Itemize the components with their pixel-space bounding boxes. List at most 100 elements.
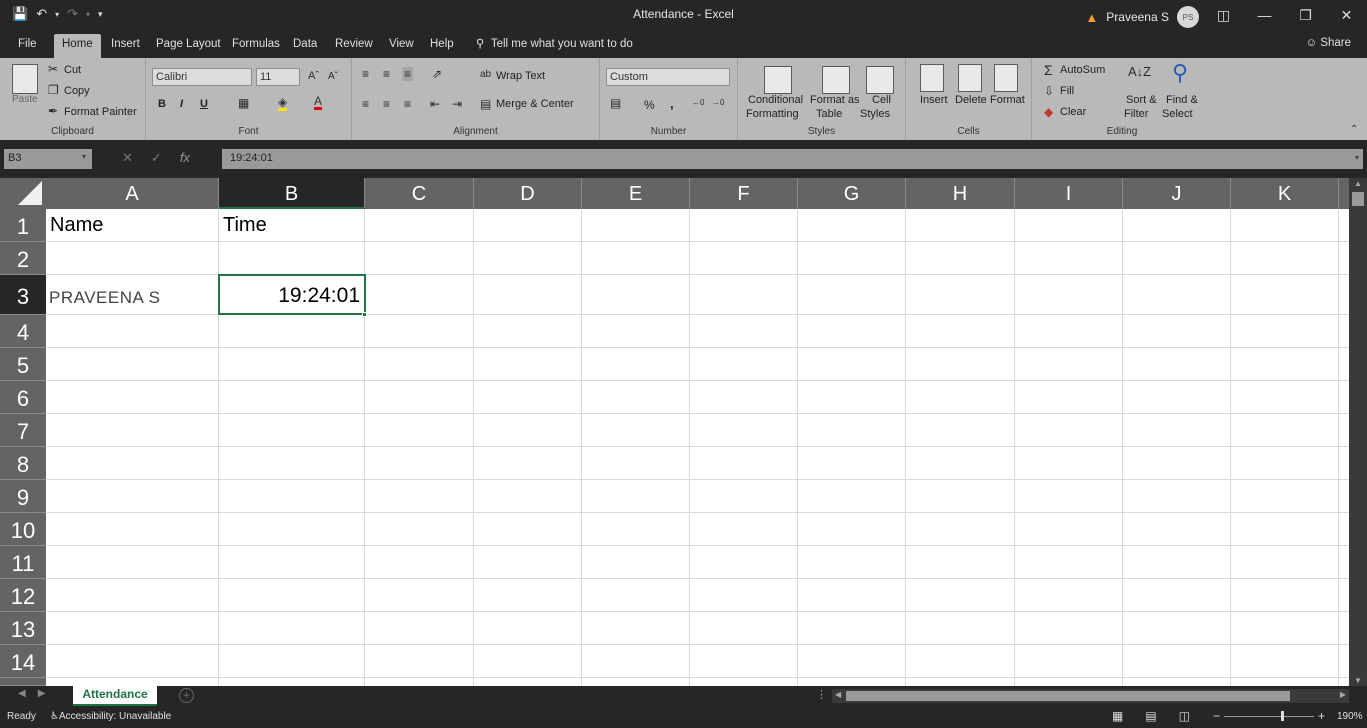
zoom-slider-thumb[interactable] [1281, 711, 1284, 721]
tab-split-handle-icon[interactable]: ⋮ [816, 688, 827, 701]
row-header-13[interactable]: 13 [0, 612, 46, 645]
wrap-text-button[interactable]: Wrap Text [496, 70, 545, 82]
row-header-5[interactable]: 5 [0, 348, 46, 381]
zoom-in-icon[interactable]: + [1318, 709, 1325, 723]
column-header-a[interactable]: A [46, 178, 219, 209]
italic-button[interactable]: I [180, 98, 183, 110]
sheet-tab-attendance[interactable]: Attendance [73, 686, 157, 706]
tab-file[interactable]: File [10, 34, 45, 58]
sort-filter-label-2[interactable]: Filter [1124, 108, 1148, 120]
accessibility-status[interactable]: ♿Accessibility: Unavailable [50, 711, 171, 722]
delete-cells-button[interactable]: Delete [955, 94, 987, 106]
borders-icon[interactable]: ▦ [238, 96, 249, 110]
column-header-b[interactable]: B [219, 178, 365, 209]
merge-center-button[interactable]: Merge & Center [496, 98, 574, 110]
scroll-left-icon[interactable]: ◀ [835, 690, 841, 699]
conditional-formatting-label-2[interactable]: Formatting [746, 108, 799, 120]
percent-button[interactable]: % [644, 98, 655, 112]
insert-cells-button[interactable]: Insert [920, 94, 948, 106]
row-header-4[interactable]: 4 [0, 315, 46, 348]
cell-a3[interactable]: PRAVEENA S [49, 288, 160, 308]
paste-button[interactable]: Paste [12, 94, 38, 105]
add-sheet-icon[interactable]: + [179, 688, 194, 703]
align-right-icon[interactable]: ≡ [404, 97, 411, 111]
column-header-f[interactable]: F [690, 178, 798, 209]
row-header-8[interactable]: 8 [0, 447, 46, 480]
column-header-i[interactable]: I [1015, 178, 1123, 209]
column-header-g[interactable]: G [798, 178, 906, 209]
page-break-preview-icon[interactable]: ◫ [1179, 709, 1190, 723]
row-header-11[interactable]: 11 [0, 546, 46, 579]
increase-decimal-icon[interactable]: ←0 [692, 98, 704, 107]
font-color-icon[interactable]: A [314, 95, 323, 110]
enter-icon[interactable]: ✓ [151, 150, 162, 166]
restore-icon[interactable]: ❐ [1285, 0, 1326, 30]
avatar[interactable]: PS [1177, 6, 1199, 28]
insert-function-icon[interactable]: fx [180, 150, 190, 166]
fill-handle[interactable] [362, 312, 367, 317]
cell-styles-label[interactable]: Cell [872, 94, 891, 106]
decrease-indent-icon[interactable]: ⇤ [430, 97, 440, 111]
format-as-table-label-2[interactable]: Table [816, 108, 842, 120]
tab-view[interactable]: View [381, 34, 422, 58]
increase-font-icon[interactable]: Aˆ [308, 70, 319, 82]
row-header-3[interactable]: 3 [0, 275, 46, 315]
format-as-table-label[interactable]: Format as [810, 94, 860, 106]
row-header-2[interactable]: 2 [0, 242, 46, 275]
format-cells-button[interactable]: Format [990, 94, 1025, 106]
horizontal-scroll-thumb[interactable] [846, 691, 1290, 701]
scroll-up-icon[interactable]: ▲ [1354, 179, 1362, 188]
name-box[interactable]: B3 [4, 149, 92, 169]
row-header-7[interactable]: 7 [0, 414, 46, 447]
align-center-icon[interactable]: ≡ [383, 97, 390, 111]
column-header-k[interactable]: K [1231, 178, 1339, 209]
collapse-ribbon-icon[interactable]: ⌃ [1350, 124, 1358, 135]
tab-data[interactable]: Data [285, 34, 325, 58]
row-header-10[interactable]: 10 [0, 513, 46, 546]
expand-formula-icon[interactable]: ▾ [1355, 153, 1359, 162]
format-painter-button[interactable]: Format Painter [64, 106, 137, 118]
copy-button[interactable]: Copy [64, 85, 90, 97]
cell-b1[interactable]: Time [223, 214, 267, 237]
column-header-c[interactable]: C [365, 178, 474, 209]
name-box-dropdown-icon[interactable]: ▾ [82, 152, 86, 161]
comma-button[interactable]: , [670, 96, 674, 111]
font-size-select[interactable]: 11 [256, 68, 300, 86]
ribbon-display-options-icon[interactable]: ◫ [1203, 0, 1244, 30]
formula-input[interactable]: 19:24:01 [222, 149, 1363, 169]
orientation-icon[interactable]: ⇗ [432, 67, 442, 81]
row-header-6[interactable]: 6 [0, 381, 46, 414]
row-header-14[interactable]: 14 [0, 645, 46, 678]
find-select-label-2[interactable]: Select [1162, 108, 1193, 120]
cancel-icon[interactable]: ✕ [122, 150, 133, 166]
fill-color-icon[interactable]: ◈ [278, 96, 288, 111]
scroll-down-icon[interactable]: ▼ [1354, 676, 1362, 685]
number-format-select[interactable]: Custom [606, 68, 730, 86]
column-header-e[interactable]: E [582, 178, 690, 209]
horizontal-scrollbar[interactable]: ◀ ▶ [832, 689, 1349, 703]
bottom-align-icon[interactable]: ≡ [402, 67, 414, 81]
autosum-button[interactable]: AutoSum [1060, 64, 1105, 76]
row-header-1[interactable]: 1 [0, 209, 46, 242]
close-icon[interactable]: ✕ [1326, 0, 1367, 30]
decrease-decimal-icon[interactable]: →0 [712, 98, 724, 107]
tab-help[interactable]: Help [422, 34, 462, 58]
accounting-format-icon[interactable]: ▤ [610, 96, 621, 110]
column-header-d[interactable]: D [474, 178, 582, 209]
top-align-icon[interactable]: ≡ [362, 67, 369, 81]
bold-button[interactable]: B [158, 98, 166, 110]
column-header-j[interactable]: J [1123, 178, 1231, 209]
select-all-button[interactable] [0, 178, 46, 209]
sort-filter-label[interactable]: Sort & [1126, 94, 1157, 106]
row-header-9[interactable]: 9 [0, 480, 46, 513]
increase-indent-icon[interactable]: ⇥ [452, 97, 462, 111]
decrease-font-icon[interactable]: Aˇ [328, 71, 338, 82]
clear-button[interactable]: Clear [1060, 106, 1086, 118]
tab-page-layout[interactable]: Page Layout [148, 34, 229, 58]
align-left-icon[interactable]: ≡ [362, 97, 369, 111]
user-account[interactable]: ▲ Praveena S PS [1085, 6, 1199, 28]
cell-styles-label-2[interactable]: Styles [860, 108, 890, 120]
fill-button[interactable]: Fill [1060, 85, 1074, 97]
underline-button[interactable]: U [200, 98, 208, 110]
cell-a1[interactable]: Name [50, 214, 103, 237]
